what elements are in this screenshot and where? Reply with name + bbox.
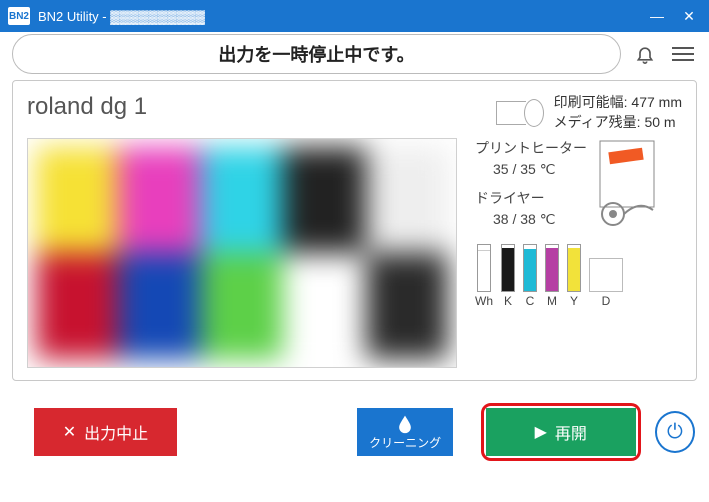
- ink-aux: D: [589, 258, 623, 308]
- device-name: roland dg 1: [27, 93, 147, 121]
- power-button[interactable]: ⏻: [655, 411, 695, 453]
- app-logo: BN2: [8, 7, 30, 25]
- status-bar: 出力を一時停止中です。: [0, 32, 709, 76]
- stop-label: 出力中止: [84, 420, 148, 444]
- close-icon: ✕: [63, 422, 76, 442]
- ink-K: K: [501, 244, 515, 308]
- media-info: 印刷可能幅: 477 mm メディア残量: 50 m: [496, 93, 682, 132]
- dryer-label: ドライヤー: [475, 188, 587, 209]
- ink-C: C: [523, 244, 537, 308]
- ink-Wh: Wh: [475, 244, 493, 308]
- resume-button[interactable]: ▶ 再開: [486, 408, 636, 456]
- preview-thumbnail: [27, 138, 457, 368]
- resume-label: 再開: [555, 420, 587, 444]
- resume-highlight: ▶ 再開: [481, 403, 641, 461]
- media-remaining: メディア残量: 50 m: [554, 113, 682, 133]
- notification-icon[interactable]: [631, 40, 659, 68]
- ink-M: M: [545, 244, 559, 308]
- hamburger-menu-icon[interactable]: [669, 40, 697, 68]
- cleaning-button[interactable]: クリーニング: [357, 408, 452, 456]
- cleaning-label: クリーニング: [369, 434, 441, 451]
- window-title: BN2 Utility - ▓▓▓▓▓▓▓▓▓▓: [38, 9, 637, 24]
- media-roll-icon: [496, 99, 544, 127]
- stop-output-button[interactable]: ✕ 出力中止: [34, 408, 177, 456]
- printable-width: 印刷可能幅: 477 mm: [554, 93, 682, 113]
- droplet-icon: [395, 414, 415, 434]
- print-heater-value: 35 / 35 ℃: [475, 159, 587, 180]
- dryer-value: 38 / 38 ℃: [475, 209, 587, 230]
- ink-Y: Y: [567, 244, 581, 308]
- main-panel: roland dg 1 印刷可能幅: 477 mm メディア残量: 50 m プ…: [12, 80, 697, 381]
- ink-levels: WhKCMYD: [475, 244, 682, 308]
- minimize-button[interactable]: —: [645, 4, 669, 28]
- status-message: 出力を一時停止中です。: [12, 34, 621, 74]
- close-button[interactable]: ✕: [677, 4, 701, 28]
- heater-icon: [599, 140, 655, 230]
- action-bar: ✕ 出力中止 クリーニング ▶ 再開 ⏻: [0, 385, 709, 475]
- title-bar: BN2 BN2 Utility - ▓▓▓▓▓▓▓▓▓▓ — ✕: [0, 0, 709, 32]
- print-heater-label: プリントヒーター: [475, 138, 587, 159]
- play-icon: ▶: [535, 422, 547, 442]
